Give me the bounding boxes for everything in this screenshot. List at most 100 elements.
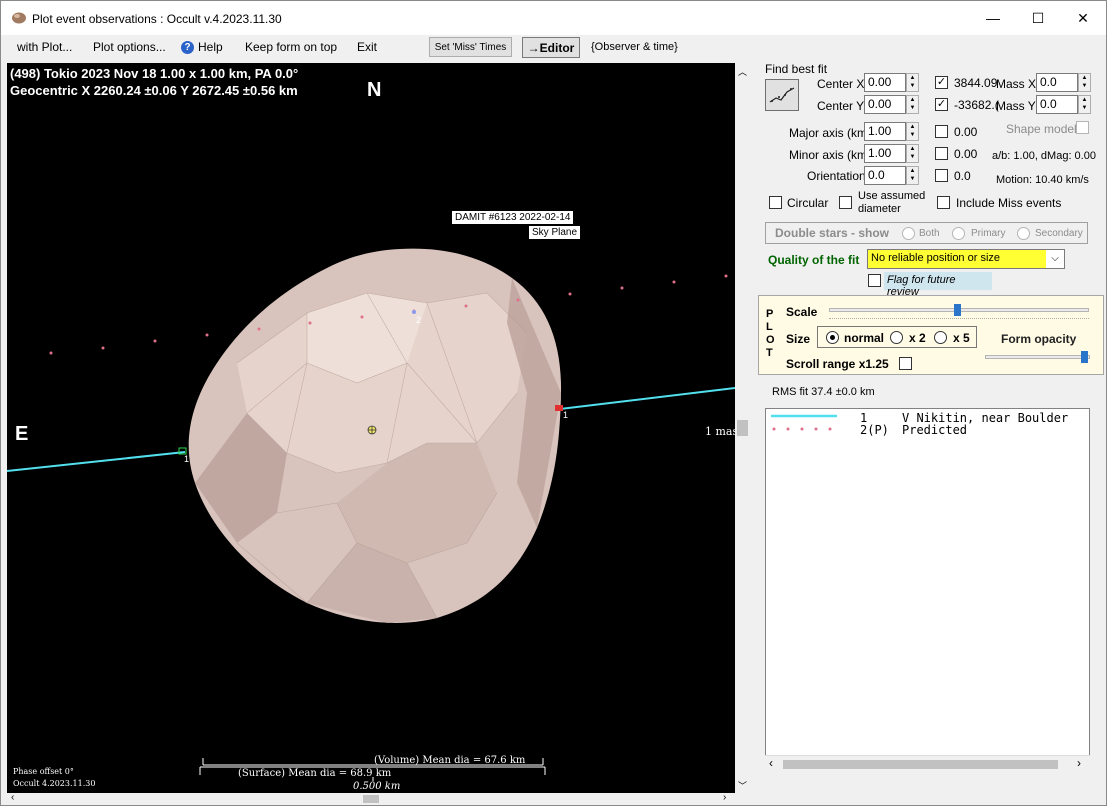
editor-button[interactable]: →Editor <box>522 37 580 58</box>
flag-review-checkbox[interactable] <box>868 274 881 287</box>
legend-scroll-thumb[interactable] <box>783 760 1058 769</box>
double-both-label: Both <box>919 228 940 239</box>
form-opacity-slider-thumb[interactable] <box>1081 351 1088 363</box>
scroll-down-icon[interactable]: ﹀ <box>738 779 747 792</box>
plot-header-line2: Geocentric X 2260.24 ±0.06 Y 2672.45 ±0.… <box>10 83 298 98</box>
center-x-input[interactable]: 0.00 <box>864 73 906 92</box>
circular-checkbox[interactable] <box>769 196 782 209</box>
chord-end-marker <box>555 405 563 411</box>
mass-x-input[interactable]: 0.0 <box>1036 73 1078 92</box>
mass-y-spinner[interactable]: ▲ ▼ <box>1078 95 1091 114</box>
close-button[interactable]: ✕ <box>1060 1 1106 35</box>
plot-letter-p: P <box>766 308 774 320</box>
orientation-checkbox[interactable] <box>935 169 948 182</box>
scroll-left-icon[interactable]: ‹ <box>11 792 14 803</box>
double-primary-radio[interactable] <box>952 227 965 240</box>
chevron-down-icon[interactable]: ⌵ <box>1046 250 1064 268</box>
observer-time-label[interactable]: {Observer & time} <box>591 41 678 53</box>
minor-axis-checkbox[interactable] <box>935 147 948 160</box>
double-stars-group: Double stars - show Both Primary Seconda… <box>765 222 1088 244</box>
menu-with-plot[interactable]: with Plot... <box>17 40 72 54</box>
center-x-spinner[interactable]: ▲ ▼ <box>906 73 919 92</box>
orientation-spinner[interactable]: ▲ ▼ <box>906 166 919 185</box>
size-normal-radio[interactable] <box>826 331 839 344</box>
major-axis-checkbox[interactable] <box>935 125 948 138</box>
mass-y-input[interactable]: 0.0 <box>1036 95 1078 114</box>
chord-label-left: 1 <box>184 454 190 464</box>
plot-canvas[interactable]: (498) Tokio 2023 Nov 18 1.00 x 1.00 km, … <box>7 63 735 793</box>
form-opacity-label: Form opacity <box>1001 332 1077 346</box>
mass-x-checkbox[interactable]: ✓ <box>935 76 948 89</box>
app-icon <box>12 12 26 24</box>
rms-fit-label: RMS fit 37.4 ±0.0 km <box>772 386 875 398</box>
legend-swatches <box>771 414 837 431</box>
legend-scroll-right-icon[interactable]: › <box>1077 756 1081 770</box>
size-x5-radio[interactable] <box>934 331 947 344</box>
include-miss-events-checkbox[interactable] <box>937 196 950 209</box>
major-axis-input[interactable]: 1.00 <box>864 122 906 141</box>
legend-box: 1 V Nikitin, near Boulder 2(P) Predicted <box>765 408 1090 772</box>
plot-settings-box: P L O T Scale Size normal x 2 x 5 Form o… <box>758 295 1104 375</box>
scroll-range-label: Scroll range x1.25 <box>786 357 889 371</box>
find-best-fit-button[interactable] <box>765 79 799 111</box>
shape-model-checkbox[interactable] <box>1076 121 1089 134</box>
north-label: N <box>367 79 382 101</box>
legend-scroll-left-icon[interactable]: ‹ <box>769 756 773 770</box>
vertical-scroll-thumb[interactable] <box>737 420 748 436</box>
menu-plot-options[interactable]: Plot options... <box>93 40 166 54</box>
double-both-radio[interactable] <box>902 227 915 240</box>
minor-axis-spinner[interactable]: ▲ ▼ <box>906 144 919 163</box>
plot-letter-o: O <box>766 334 775 346</box>
double-stars-label: Double stars - show <box>775 226 890 240</box>
fit-graph-icon <box>769 87 795 103</box>
chord-label-right: 1 <box>563 410 569 420</box>
form-opacity-slider-track[interactable] <box>985 355 1090 359</box>
minor-axis-check-value: 0.00 <box>954 147 978 161</box>
mass-x-spinner[interactable]: ▲ ▼ <box>1078 73 1091 92</box>
major-axis-spinner[interactable]: ▲ ▼ <box>906 122 919 141</box>
plot-letter-t: T <box>766 347 773 359</box>
center-y-input[interactable]: 0.00 <box>864 95 906 114</box>
horizontal-scroll-thumb[interactable] <box>363 795 379 803</box>
quality-of-fit-select[interactable]: No reliable position or size ⌵ <box>867 249 1065 269</box>
scroll-up-icon[interactable]: ︿ <box>738 65 747 78</box>
title-bar: Plot event observations : Occult v.4.202… <box>1 1 1106 35</box>
menu-keep-on-top[interactable]: Keep form on top <box>245 40 337 54</box>
menu-help[interactable]: ? Help <box>181 40 223 54</box>
window-title: Plot event observations : Occult v.4.202… <box>32 12 282 26</box>
minor-axis-label: Minor axis (km) <box>789 148 872 162</box>
minor-axis-input[interactable]: 1.00 <box>864 144 906 163</box>
orientation-input[interactable]: 0.0 <box>864 166 906 185</box>
major-axis-check-value: 0.00 <box>954 125 978 139</box>
maximize-button[interactable]: ☐ <box>1015 1 1061 35</box>
plot-vertical-scrollbar[interactable]: ︿ ﹀ <box>735 63 750 793</box>
menu-exit[interactable]: Exit <box>357 40 377 54</box>
maximize-icon: ☐ <box>1031 9 1045 26</box>
use-assumed-diameter-checkbox[interactable] <box>839 196 852 209</box>
surface-diameter-label: (Surface) Mean dia = 68.9 km <box>238 768 392 779</box>
size-x2-radio[interactable] <box>890 331 903 344</box>
center-y-spinner[interactable]: ▲ ▼ <box>906 95 919 114</box>
version-label: Occult 4.2023.11.30 <box>13 779 96 788</box>
minimize-button[interactable]: — <box>970 1 1016 35</box>
circular-label: Circular <box>787 196 829 210</box>
plot-horizontal-scrollbar[interactable]: ‹ › <box>7 792 735 805</box>
minimize-icon: — <box>986 10 1000 26</box>
double-secondary-radio[interactable] <box>1017 227 1030 240</box>
legend-horizontal-scrollbar[interactable]: ‹ › <box>765 755 1090 772</box>
set-miss-times-button[interactable]: Set 'Miss' Times <box>429 37 512 57</box>
mass-y-value-label: -33682.( <box>954 98 999 112</box>
mass-y-checkbox[interactable]: ✓ <box>935 98 948 111</box>
east-label: E <box>15 423 29 445</box>
legend-row-2-text: Predicted <box>902 423 968 437</box>
shape-model-label: Shape model <box>1006 122 1077 136</box>
scale-slider-thumb[interactable] <box>954 304 961 316</box>
scroll-range-checkbox[interactable] <box>899 357 912 370</box>
scroll-right-icon[interactable]: › <box>723 792 726 803</box>
double-secondary-label: Secondary <box>1035 228 1083 239</box>
scale-label: Scale <box>786 305 818 319</box>
center-y-label: Center Y <box>817 99 865 113</box>
find-best-fit-title: Find best fit <box>765 62 828 76</box>
damit-label: DAMIT #6123 2022-02-14 <box>452 211 574 224</box>
help-icon: ? <box>181 40 194 54</box>
